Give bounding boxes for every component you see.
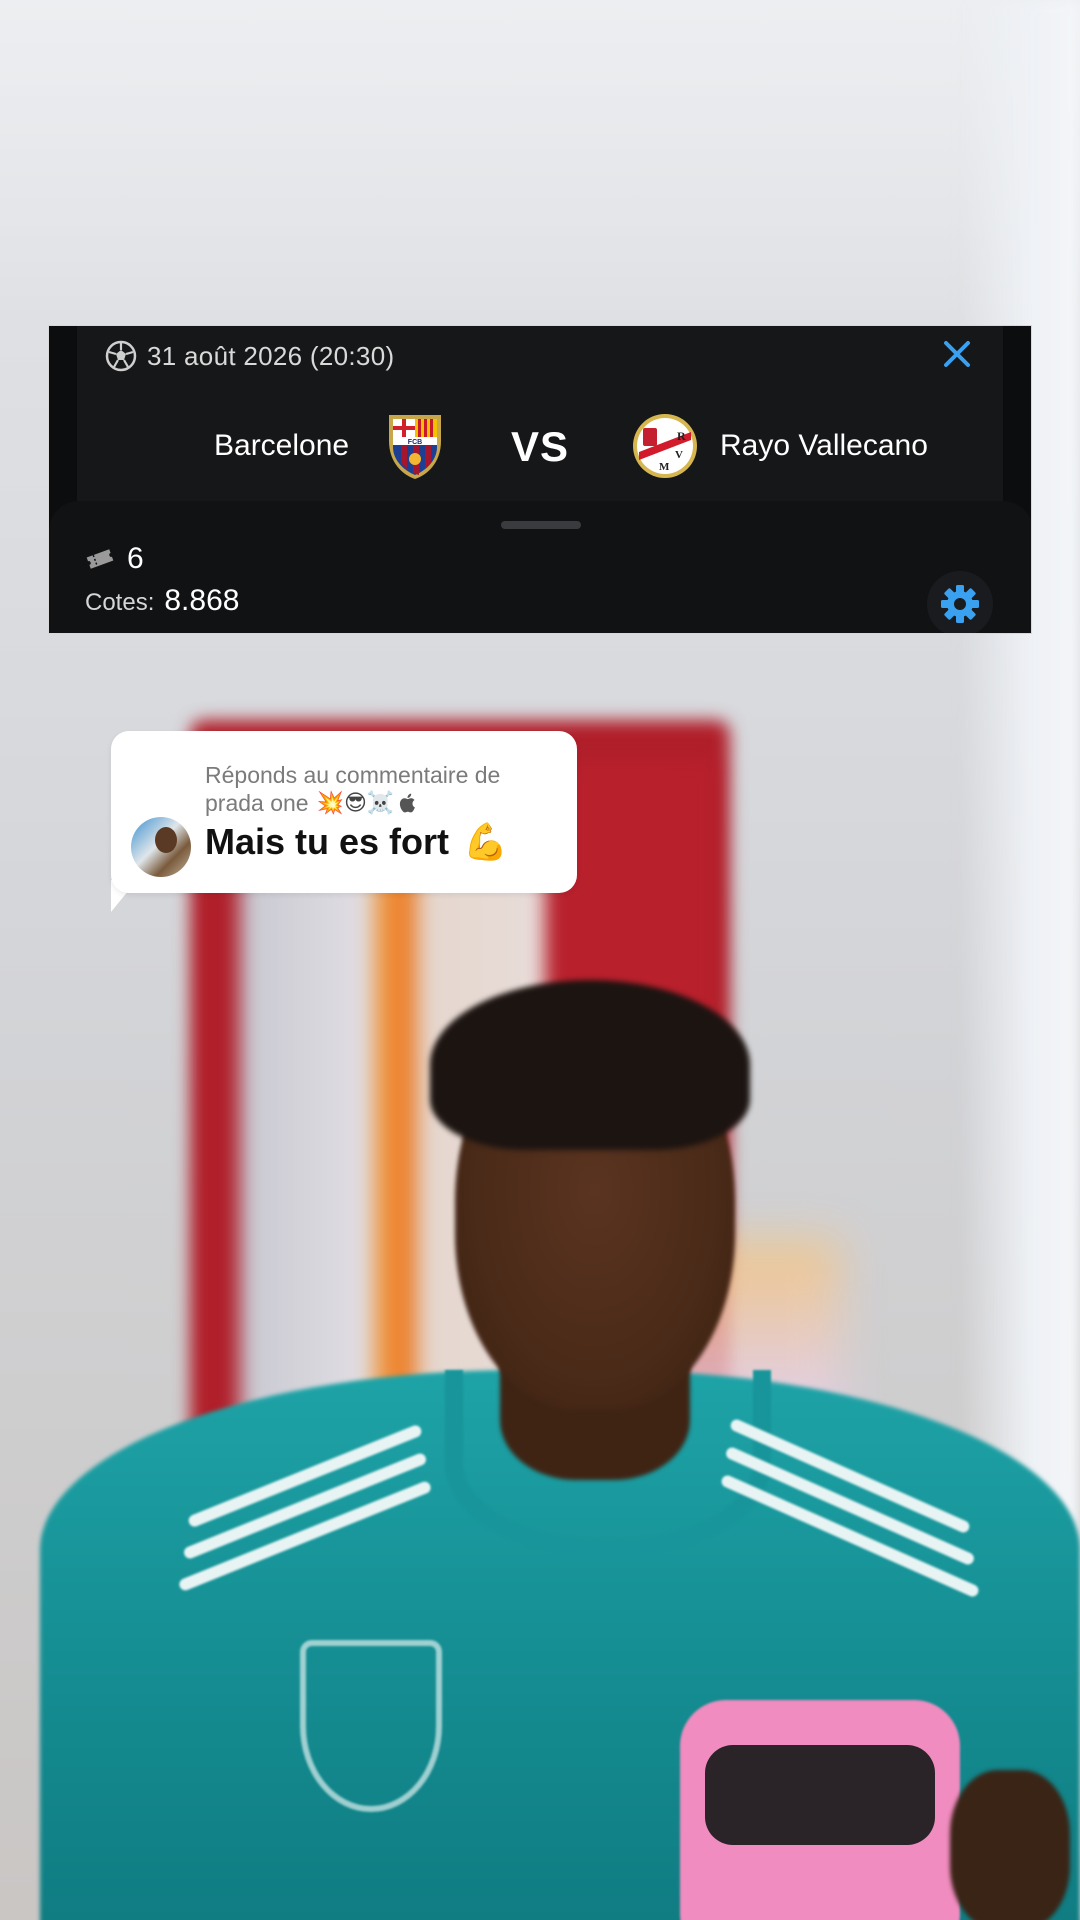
svg-text:R: R	[677, 429, 686, 443]
gear-icon	[941, 585, 979, 623]
barcelona-crest-icon: FCB	[389, 415, 441, 479]
author-emojis: 💥😎☠️	[317, 789, 417, 817]
selections-row: 6	[85, 539, 144, 579]
person-hair	[430, 980, 750, 1150]
comment-text: Mais tu es fort	[205, 821, 450, 862]
ticket-icon	[86, 549, 114, 569]
svg-text:FCB: FCB	[408, 439, 422, 446]
close-icon	[944, 341, 970, 367]
flexed-biceps-emoji: 💪	[463, 821, 508, 862]
teams-row: Barcelone FCB VS R V M Rayo Vallecano	[49, 411, 1031, 486]
svg-text:M: M	[659, 461, 670, 473]
match-card: 31 août 2026 (20:30) Barcelone FCB VS R	[48, 325, 1032, 634]
bet-slip-sheet: 6 Cotes: 8.868	[49, 501, 1031, 633]
match-date: 31 août 2026 (20:30)	[147, 340, 395, 371]
selections-count: 6	[127, 542, 144, 575]
apple-logo-icon	[400, 793, 416, 813]
avatar-face	[155, 827, 177, 853]
reply-header: Réponds au commentaire de prada one 💥😎☠️	[205, 761, 565, 817]
match-date-row: 31 août 2026 (20:30)	[105, 338, 394, 374]
ceiling	[0, 0, 1080, 320]
home-team-name: Barcelone	[214, 429, 350, 462]
reply-prefix: Réponds au commentaire de	[205, 762, 501, 788]
comment-author: prada one	[205, 790, 309, 816]
versus-label: VS	[511, 423, 570, 470]
odds-value: 8.868	[164, 584, 240, 617]
person-hand	[950, 1770, 1070, 1920]
close-button[interactable]	[935, 332, 979, 376]
soccer-ball-icon	[105, 340, 137, 372]
video-background	[0, 0, 1080, 1920]
comment-reply-bubble[interactable]: Réponds au commentaire de prada one 💥😎☠️…	[111, 731, 577, 893]
author-emoji-text: 💥😎☠️	[316, 790, 395, 815]
odds-row: Cotes: 8.868	[85, 584, 239, 618]
phone-camera	[705, 1745, 935, 1845]
away-team-name: Rayo Vallecano	[720, 429, 928, 462]
shirt-crest	[300, 1640, 442, 1812]
comment-text-row: Mais tu es fort 💪	[205, 821, 508, 863]
sheet-drag-handle[interactable]	[501, 521, 581, 529]
rayo-vallecano-crest-icon: R V M	[633, 414, 697, 478]
settings-button[interactable]	[927, 571, 993, 633]
avatar	[131, 817, 191, 877]
reply-author-row: prada one 💥😎☠️	[205, 789, 565, 817]
odds-label: Cotes:	[85, 589, 155, 616]
svg-text:V: V	[675, 449, 683, 461]
